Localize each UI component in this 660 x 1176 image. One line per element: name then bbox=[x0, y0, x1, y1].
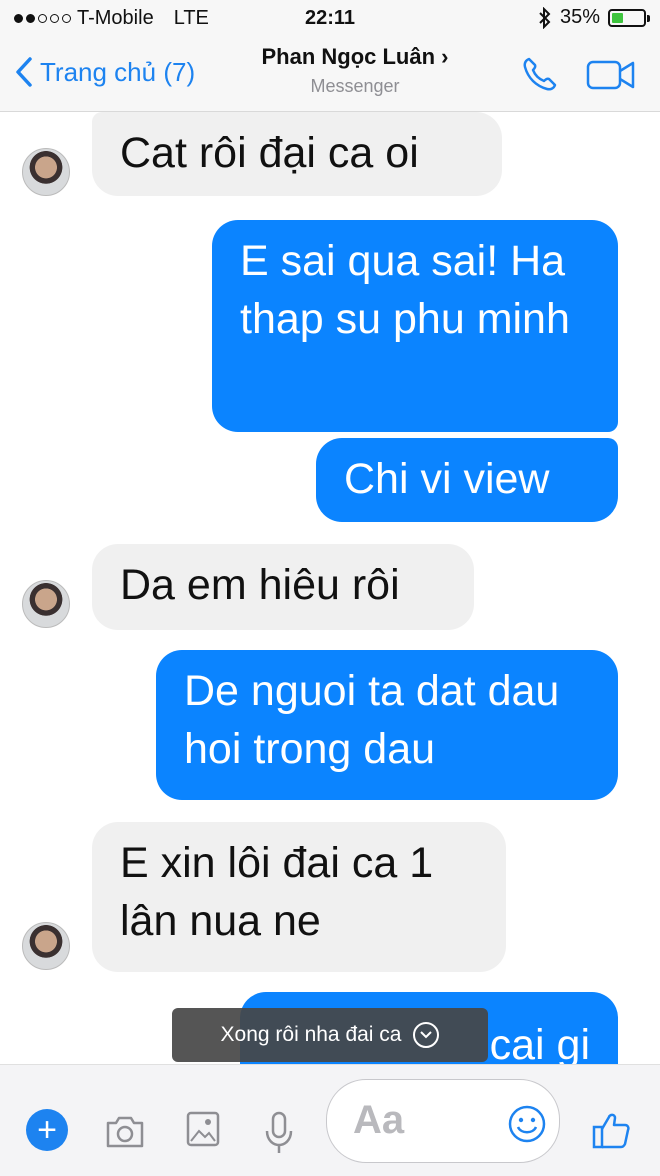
video-call-icon[interactable] bbox=[586, 58, 636, 92]
phone-icon[interactable] bbox=[520, 54, 560, 94]
composer-bar: + Aa bbox=[0, 1064, 660, 1176]
back-label: Trang chủ (7) bbox=[40, 56, 196, 87]
message-outgoing[interactable]: E sai qua sai! Ha thap su phu minh bbox=[212, 220, 618, 432]
camera-icon[interactable] bbox=[104, 1115, 146, 1149]
chevron-right-icon: › bbox=[441, 44, 449, 69]
contact-avatar[interactable] bbox=[22, 580, 70, 628]
input-placeholder: Aa bbox=[353, 1098, 405, 1142]
back-button[interactable]: Trang chủ (7) bbox=[14, 56, 195, 88]
message-incoming[interactable]: E xin lôi đai ca 1 lân nua ne bbox=[92, 822, 506, 972]
chevron-left-icon bbox=[16, 57, 32, 87]
image-icon[interactable] bbox=[186, 1111, 220, 1147]
plus-icon[interactable]: + bbox=[26, 1109, 68, 1151]
status-right: 35% bbox=[538, 6, 650, 29]
contact-name: Phan Ngọc Luân bbox=[261, 44, 436, 69]
status-bar: T-Mobile LTE 22:11 35% bbox=[0, 0, 660, 36]
app-subtitle: Messenger bbox=[310, 76, 400, 96]
message-incoming[interactable]: Da em hiêu rôi bbox=[92, 544, 474, 630]
message-incoming[interactable]: Cat rôi đại ca oi bbox=[92, 112, 502, 196]
chevron-down-circle-icon bbox=[413, 1022, 440, 1048]
thumbs-up-icon[interactable] bbox=[590, 1109, 632, 1151]
emoji-icon[interactable] bbox=[507, 1104, 547, 1144]
new-message-toast[interactable]: Xong rôi nha đai ca bbox=[172, 1008, 488, 1062]
message-outgoing[interactable]: De nguoi ta dat dau hoi trong dau bbox=[156, 650, 618, 800]
conversation-header: Trang chủ (7) Phan Ngọc Luân › Messenger bbox=[0, 36, 660, 112]
toast-text: Xong rôi nha đai ca bbox=[220, 1023, 402, 1046]
contact-avatar[interactable] bbox=[22, 922, 70, 970]
contact-title-button[interactable]: Phan Ngọc Luân › Messenger bbox=[240, 44, 470, 97]
message-input[interactable]: Aa bbox=[326, 1079, 560, 1163]
contact-avatar[interactable] bbox=[22, 148, 70, 196]
bluetooth-icon bbox=[539, 6, 551, 29]
battery-percent: 35% bbox=[559, 6, 600, 28]
microphone-icon[interactable] bbox=[264, 1111, 294, 1155]
battery-icon bbox=[608, 8, 650, 27]
message-thread[interactable]: Cat rôi đại ca oi E sai qua sai! Ha thap… bbox=[0, 112, 660, 1064]
message-outgoing[interactable]: Chi vi view bbox=[316, 438, 618, 522]
